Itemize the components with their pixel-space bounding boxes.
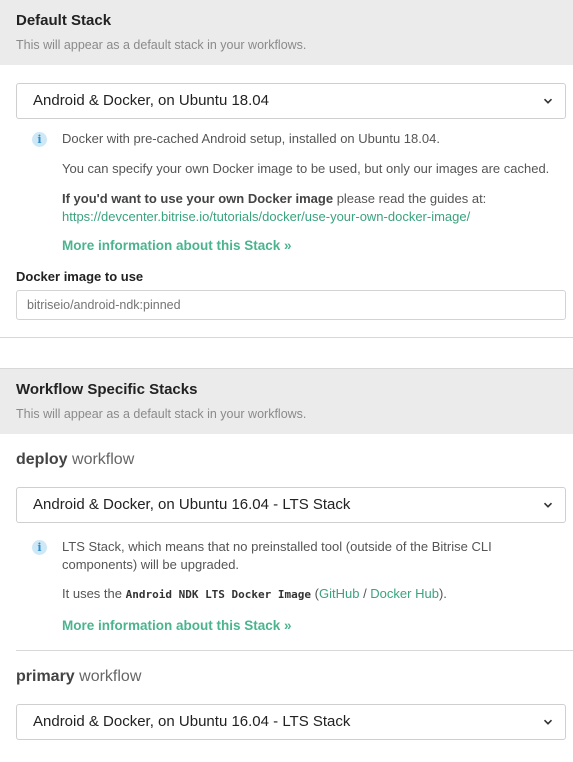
primary-stack-select-value: Android & Docker, on Ubuntu 16.04 - LTS … <box>33 713 351 730</box>
default-stack-title: Default Stack <box>16 12 112 29</box>
docker-image-label: Docker image to use <box>16 269 144 284</box>
workflow-stacks-header: Workflow Specific Stacks This will appea… <box>0 369 573 434</box>
default-stack-select-value: Android & Docker, on Ubuntu 18.04 <box>33 92 269 109</box>
custom-image-note-rest: please read the guides at: <box>333 191 487 206</box>
more-info-link[interactable]: More information about this Stack » <box>62 618 559 633</box>
lts-description-rest: Stack, which means that no preinstalled … <box>62 539 492 572</box>
deploy-workflow-title: deploy workflow <box>0 450 573 470</box>
default-stack-subtitle: This will appear as a default stack in y… <box>16 38 307 52</box>
default-stack-info: i Docker with pre-cached Android setup, … <box>0 130 573 253</box>
more-info-link[interactable]: More information about this Stack » <box>62 238 559 253</box>
chevron-down-icon <box>543 98 553 104</box>
github-link[interactable]: GitHub <box>319 586 359 601</box>
image-usage-prefix: It uses the <box>62 586 126 601</box>
docker-image-note: You can specify your own Docker image to… <box>62 161 550 176</box>
workflow-stacks-title: Workflow Specific Stacks <box>16 381 198 398</box>
chevron-down-icon <box>543 719 553 725</box>
info-icon: i <box>32 540 47 555</box>
deploy-stack-select[interactable]: Android & Docker, on Ubuntu 16.04 - LTS … <box>16 487 566 523</box>
primary-stack-select[interactable]: Android & Docker, on Ubuntu 16.04 - LTS … <box>16 704 566 740</box>
image-usage-note: It uses the Android NDK LTS Docker Image… <box>62 585 559 604</box>
deploy-stack-info: i LTS Stack, which means that no preinst… <box>0 538 573 633</box>
custom-image-note: If you'd want to use your own Docker ima… <box>62 190 559 208</box>
docker-image-input[interactable] <box>16 290 566 320</box>
workflow-stacks-subtitle: This will appear as a default stack in y… <box>16 407 307 421</box>
primary-workflow-title: primary workflow <box>0 667 573 687</box>
lts-label: LTS <box>62 539 85 554</box>
info-icon: i <box>32 132 47 147</box>
workflow-name: primary <box>16 668 75 685</box>
stack-description: Docker with pre-cached Android setup, in… <box>62 131 440 146</box>
docker-hub-link[interactable]: Docker Hub <box>370 586 439 601</box>
docker-image-name: Android NDK LTS Docker Image <box>125 588 312 601</box>
workflow-name: deploy <box>16 451 68 468</box>
docker-guide-link[interactable]: https://devcenter.bitrise.io/tutorials/d… <box>62 209 470 224</box>
chevron-down-icon <box>543 502 553 508</box>
link-separator: / <box>359 586 371 601</box>
paren-open: ( <box>311 586 319 601</box>
workflow-suffix: workflow <box>74 668 142 685</box>
default-stack-header: Default Stack This will appear as a defa… <box>0 0 573 65</box>
workflow-suffix: workflow <box>67 451 135 468</box>
lts-description: LTS Stack, which means that no preinstal… <box>62 538 559 574</box>
paren-close: ). <box>438 586 447 601</box>
default-stack-select[interactable]: Android & Docker, on Ubuntu 18.04 <box>16 83 566 119</box>
deploy-stack-select-value: Android & Docker, on Ubuntu 16.04 - LTS … <box>33 496 351 513</box>
custom-image-note-bold: If you'd want to use your own Docker ima… <box>62 191 334 206</box>
